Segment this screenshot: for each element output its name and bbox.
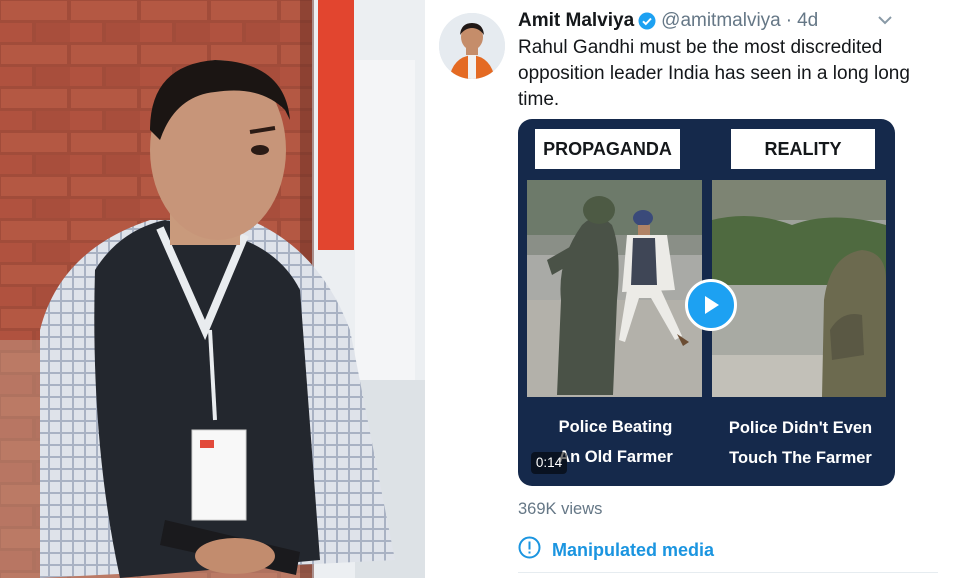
propaganda-frame — [527, 180, 702, 397]
tweet-timestamp[interactable]: 4d — [797, 10, 818, 32]
tweet-text: Rahul Gandhi must be the most discredite… — [518, 37, 910, 110]
video-duration: 0:14 — [531, 452, 567, 474]
video-player[interactable]: PROPAGANDA REALITY Police Beating An Old… — [518, 119, 895, 486]
news-photo — [0, 0, 425, 578]
play-button[interactable] — [685, 279, 737, 331]
reality-caption-line2: Touch The Farmer — [729, 449, 872, 467]
propaganda-caption-line1: Police Beating — [558, 418, 673, 436]
divider — [518, 572, 938, 573]
view-count: 369K views — [518, 500, 603, 518]
header-separator: · — [785, 10, 793, 31]
tweet-card: Amit Malviya @amitmalviya · 4d Rahul Gan… — [425, 0, 955, 578]
reality-caption: Police Didn't Even Touch The Farmer — [713, 413, 888, 473]
author-name[interactable]: Amit Malviya — [518, 10, 634, 32]
exclamation-circle-icon — [518, 536, 541, 564]
reality-label: REALITY — [731, 129, 875, 169]
play-icon — [705, 296, 719, 314]
manipulated-media-label[interactable]: Manipulated media — [552, 540, 714, 561]
reality-frame — [712, 180, 886, 397]
tweet-header: Amit Malviya @amitmalviya · 4d — [518, 9, 818, 33]
verified-badge-icon — [638, 12, 656, 30]
propaganda-label: PROPAGANDA — [535, 129, 680, 169]
author-handle[interactable]: @amitmalviya — [661, 10, 781, 32]
chevron-down-icon[interactable] — [876, 11, 894, 29]
avatar[interactable] — [439, 13, 505, 79]
manipulated-media-notice[interactable]: Manipulated media — [518, 536, 714, 564]
reality-caption-line1: Police Didn't Even — [728, 419, 873, 437]
